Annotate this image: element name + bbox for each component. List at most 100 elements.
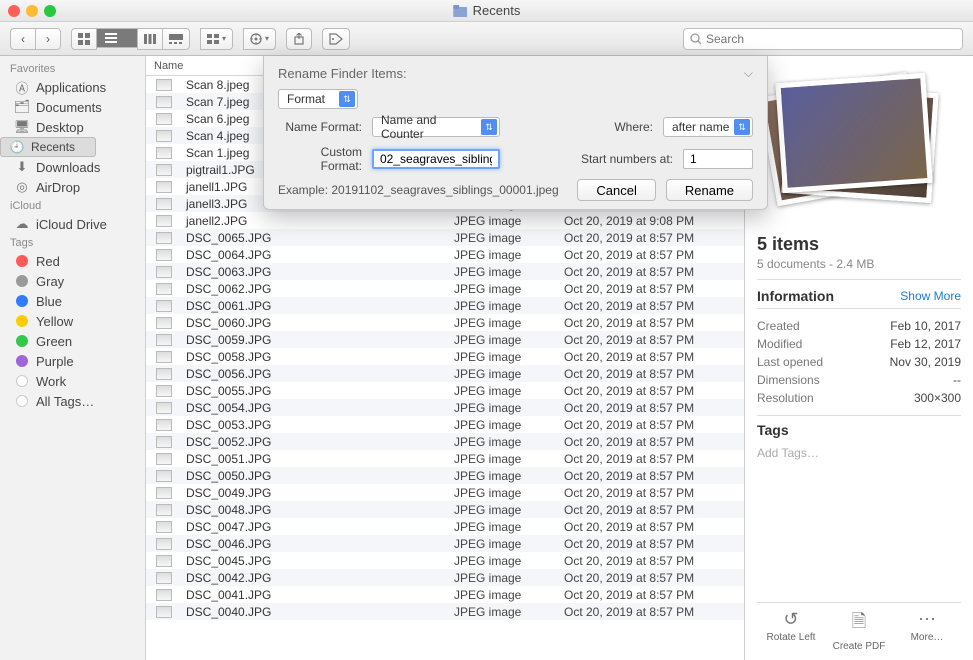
file-name: DSC_0047.JPG — [186, 520, 271, 534]
sidebar-item-purple[interactable]: Purple — [0, 351, 145, 371]
tag-dot-icon — [14, 335, 30, 347]
table-row[interactable]: DSC_0048.JPGJPEG imageOct 20, 2019 at 8:… — [146, 501, 744, 518]
more-icon: ⋯ — [918, 609, 936, 630]
table-row[interactable]: DSC_0052.JPGJPEG imageOct 20, 2019 at 8:… — [146, 433, 744, 450]
table-row[interactable]: DSC_0040.JPGJPEG imageOct 20, 2019 at 8:… — [146, 603, 744, 620]
sidebar-item-all-tags-[interactable]: All Tags… — [0, 391, 145, 411]
file-kind-cell: JPEG image — [446, 282, 556, 296]
arrange-menu[interactable]: ▾ — [200, 28, 233, 50]
tags-button[interactable] — [322, 28, 350, 50]
file-kind-cell: JPEG image — [446, 316, 556, 330]
file-name-cell: DSC_0040.JPG — [146, 605, 446, 619]
sidebar-item-airdrop[interactable]: ◎AirDrop — [0, 177, 145, 197]
file-thumb-icon — [156, 555, 172, 567]
sidebar-item-red[interactable]: Red — [0, 251, 145, 271]
table-row[interactable]: DSC_0045.JPGJPEG imageOct 20, 2019 at 8:… — [146, 552, 744, 569]
sidebar-item-downloads[interactable]: ⬇Downloads — [0, 157, 145, 177]
file-name-cell: DSC_0054.JPG — [146, 401, 446, 415]
sidebar-item-icloud-drive[interactable]: ☁iCloud Drive — [0, 214, 145, 234]
cancel-button[interactable]: Cancel — [577, 179, 655, 201]
file-thumb-icon — [156, 589, 172, 601]
file-thumb-icon — [156, 487, 172, 499]
sidebar-item-documents[interactable]: 🗂Documents — [0, 97, 145, 117]
file-name-cell: DSC_0042.JPG — [146, 571, 446, 585]
mode-select[interactable]: Format ⇅ — [278, 89, 358, 109]
file-kind-cell: JPEG image — [446, 554, 556, 568]
table-row[interactable]: DSC_0060.JPGJPEG imageOct 20, 2019 at 8:… — [146, 314, 744, 331]
start-numbers-input[interactable] — [683, 149, 753, 169]
chevron-down-icon[interactable]: ⌵ — [744, 66, 753, 81]
file-name-cell: DSC_0041.JPG — [146, 588, 446, 602]
sidebar-item-recents[interactable]: 🕘Recents — [0, 137, 96, 157]
file-name-cell: DSC_0048.JPG — [146, 503, 446, 517]
rotate-left-action[interactable]: ↺ Rotate Left — [757, 609, 825, 652]
file-thumb-icon — [156, 351, 172, 363]
maximize-window[interactable] — [44, 5, 56, 17]
rename-button[interactable]: Rename — [666, 179, 753, 201]
file-name: DSC_0048.JPG — [186, 503, 271, 517]
table-row[interactable]: DSC_0062.JPGJPEG imageOct 20, 2019 at 8:… — [146, 280, 744, 297]
file-date-cell: Oct 20, 2019 at 8:57 PM — [556, 435, 744, 449]
forward-button[interactable]: › — [35, 28, 61, 50]
sidebar-item-desktop[interactable]: 🖥Desktop — [0, 117, 145, 137]
share-button[interactable] — [286, 28, 312, 50]
view-gallery[interactable] — [162, 28, 190, 50]
sidebar-item-green[interactable]: Green — [0, 331, 145, 351]
file-thumb-icon — [156, 198, 172, 210]
table-row[interactable]: DSC_0058.JPGJPEG imageOct 20, 2019 at 8:… — [146, 348, 744, 365]
close-window[interactable] — [8, 5, 20, 17]
table-row[interactable]: DSC_0065.JPGJPEG imageOct 20, 2019 at 8:… — [146, 229, 744, 246]
apps-icon: Ⓐ — [14, 78, 30, 97]
view-list[interactable] — [96, 28, 138, 48]
table-row[interactable]: DSC_0049.JPGJPEG imageOct 20, 2019 at 8:… — [146, 484, 744, 501]
file-name-cell: DSC_0065.JPG — [146, 231, 446, 245]
table-row[interactable]: DSC_0055.JPGJPEG imageOct 20, 2019 at 8:… — [146, 382, 744, 399]
table-row[interactable]: DSC_0063.JPGJPEG imageOct 20, 2019 at 8:… — [146, 263, 744, 280]
table-row[interactable]: DSC_0041.JPGJPEG imageOct 20, 2019 at 8:… — [146, 586, 744, 603]
tags-header: Tags — [757, 415, 961, 438]
sidebar-item-applications[interactable]: ⒶApplications — [0, 77, 145, 97]
table-row[interactable]: DSC_0056.JPGJPEG imageOct 20, 2019 at 8:… — [146, 365, 744, 382]
action-menu[interactable]: ▾ — [243, 28, 276, 50]
sidebar-item-blue[interactable]: Blue — [0, 291, 145, 311]
file-date-cell: Oct 20, 2019 at 8:57 PM — [556, 350, 744, 364]
search-field[interactable] — [683, 28, 963, 50]
custom-format-input[interactable] — [372, 149, 500, 169]
table-row[interactable]: DSC_0050.JPGJPEG imageOct 20, 2019 at 8:… — [146, 467, 744, 484]
file-name-cell: DSC_0049.JPG — [146, 486, 446, 500]
file-thumb-icon — [156, 385, 172, 397]
table-row[interactable]: DSC_0047.JPGJPEG imageOct 20, 2019 at 8:… — [146, 518, 744, 535]
table-row[interactable]: DSC_0042.JPGJPEG imageOct 20, 2019 at 8:… — [146, 569, 744, 586]
file-name: DSC_0056.JPG — [186, 367, 271, 381]
icloud-icon: ☁ — [14, 216, 30, 232]
more-action[interactable]: ⋯ More… — [893, 609, 961, 652]
file-name: janell3.JPG — [186, 197, 247, 211]
table-row[interactable]: janell2.JPGJPEG imageOct 20, 2019 at 9:0… — [146, 212, 744, 229]
table-row[interactable]: DSC_0046.JPGJPEG imageOct 20, 2019 at 8:… — [146, 535, 744, 552]
file-date-cell: Oct 20, 2019 at 8:57 PM — [556, 248, 744, 262]
file-name-cell: DSC_0046.JPG — [146, 537, 446, 551]
add-tags-field[interactable]: Add Tags… — [757, 446, 961, 468]
name-format-select[interactable]: Name and Counter ⇅ — [372, 117, 500, 137]
start-numbers-label: Start numbers at: — [581, 152, 673, 166]
view-columns[interactable] — [137, 28, 163, 50]
create-pdf-action[interactable]: 🗎 Create PDF — [825, 609, 893, 652]
where-select[interactable]: after name ⇅ — [663, 117, 753, 137]
search-input[interactable] — [706, 32, 956, 46]
table-row[interactable]: DSC_0051.JPGJPEG imageOct 20, 2019 at 8:… — [146, 450, 744, 467]
table-row[interactable]: DSC_0054.JPGJPEG imageOct 20, 2019 at 8:… — [146, 399, 744, 416]
nav-buttons: ‹ › — [10, 28, 61, 50]
view-icons[interactable] — [71, 28, 97, 50]
minimize-window[interactable] — [26, 5, 38, 17]
info-value: Feb 10, 2017 — [890, 319, 961, 333]
sidebar-item-gray[interactable]: Gray — [0, 271, 145, 291]
table-row[interactable]: DSC_0061.JPGJPEG imageOct 20, 2019 at 8:… — [146, 297, 744, 314]
back-button[interactable]: ‹ — [10, 28, 36, 50]
sidebar-item-yellow[interactable]: Yellow — [0, 311, 145, 331]
table-row[interactable]: DSC_0053.JPGJPEG imageOct 20, 2019 at 8:… — [146, 416, 744, 433]
show-more-link[interactable]: Show More — [900, 289, 961, 303]
preview-pane: 5 items 5 documents - 2.4 MB Information… — [745, 56, 973, 660]
table-row[interactable]: DSC_0059.JPGJPEG imageOct 20, 2019 at 8:… — [146, 331, 744, 348]
sidebar-item-work[interactable]: Work — [0, 371, 145, 391]
table-row[interactable]: DSC_0064.JPGJPEG imageOct 20, 2019 at 8:… — [146, 246, 744, 263]
